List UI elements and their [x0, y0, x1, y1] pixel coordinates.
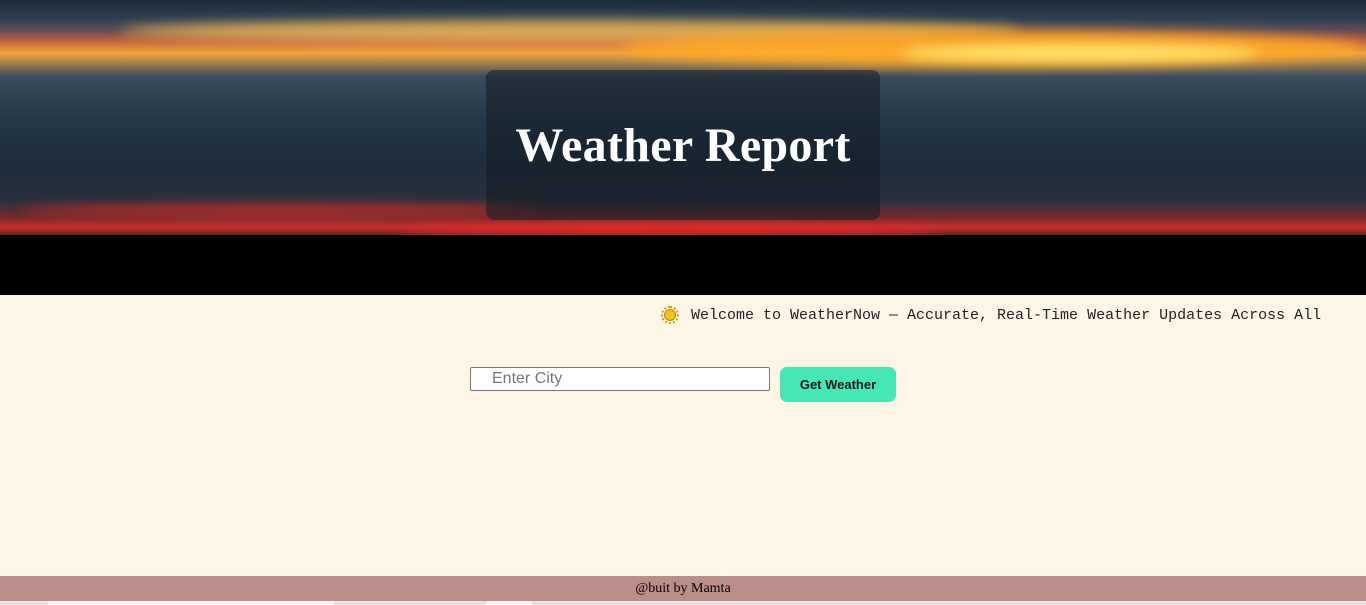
marquee-text: Welcome to WeatherNow — Accurate, Real-T… [691, 306, 1322, 324]
search-form: Get Weather [470, 367, 896, 402]
footer: @buit by Mamta [0, 576, 1366, 601]
sunset-cloud-band [900, 45, 1260, 61]
marquee-content: Welcome to WeatherNow — Accurate, Real-T… [661, 306, 1321, 324]
sunset-cloud-band [20, 205, 540, 215]
title-box: Weather Report [486, 70, 880, 220]
footer-credit: @buit by Mamta [635, 580, 731, 596]
horizon-silhouette [0, 235, 1366, 295]
welcome-marquee: Welcome to WeatherNow — Accurate, Real-T… [0, 300, 1366, 334]
city-input[interactable] [470, 367, 770, 391]
scrollbar-segment [48, 601, 334, 605]
scrollbar-segment [486, 601, 532, 605]
hero-banner: Weather Report [0, 0, 1366, 295]
sun-icon [661, 306, 679, 324]
sun-core [664, 309, 676, 321]
horizontal-scrollbar[interactable] [0, 601, 1366, 605]
get-weather-button[interactable]: Get Weather [780, 367, 896, 402]
page-title: Weather Report [515, 118, 851, 172]
